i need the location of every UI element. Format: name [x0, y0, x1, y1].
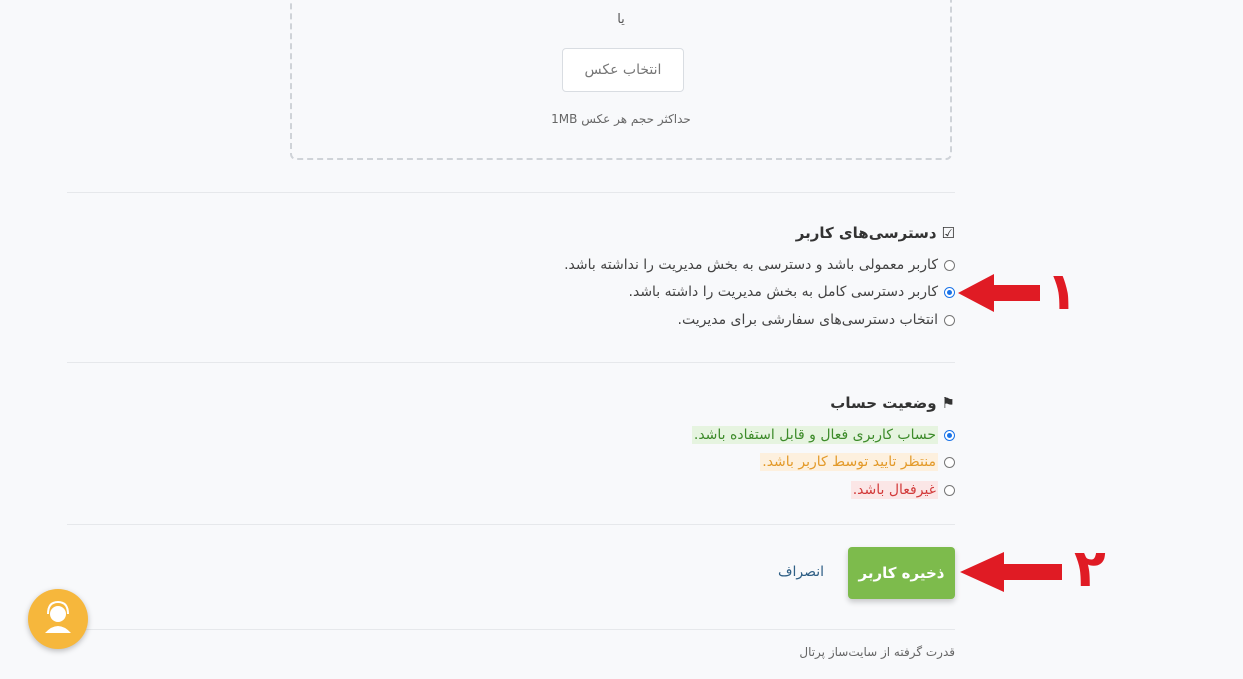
support-chat-button[interactable] — [28, 589, 88, 649]
radio-button-checked[interactable] — [944, 429, 955, 441]
radio-button[interactable] — [944, 456, 955, 468]
annotation-number-one: ۱ — [1046, 262, 1078, 322]
flag-icon: ⚑ — [941, 394, 955, 412]
radio-button[interactable] — [944, 484, 955, 496]
divider — [67, 362, 955, 363]
status-option-pending[interactable]: منتظر تایید توسط کاربر باشد. — [760, 453, 955, 471]
divider — [67, 192, 955, 193]
permission-option-full[interactable]: کاربر دسترسی کامل به بخش مدیریت را داشته… — [629, 284, 955, 300]
divider — [67, 629, 955, 630]
select-image-button[interactable]: انتخاب عکس — [562, 48, 684, 92]
save-user-button[interactable]: ذخیره کاربر — [848, 547, 955, 599]
divider — [67, 524, 955, 525]
annotation-arrow-icon — [960, 552, 1062, 592]
radio-button-checked[interactable] — [944, 286, 955, 298]
account-status-title: ⚑ وضعیت حساب — [830, 394, 955, 412]
annotation-number-two: ۲ — [1074, 539, 1106, 599]
powered-by-footer: قدرت گرفته از سایت‌ساز پرتال — [799, 645, 955, 659]
cancel-link[interactable]: انصراف — [778, 564, 824, 580]
annotation-arrow-icon — [958, 274, 1040, 312]
permissions-title: ☑ دسترسی‌های کاربر — [795, 224, 955, 242]
radio-button[interactable] — [944, 259, 955, 271]
radio-button[interactable] — [944, 314, 955, 326]
image-upload-dropzone[interactable]: یا انتخاب عکس حداکثر حجم هر عکس 1MB — [290, 0, 952, 160]
permission-option-regular[interactable]: کاربر معمولی باشد و دسترسی به بخش مدیریت… — [564, 257, 955, 273]
status-option-inactive[interactable]: غیرفعال باشد. — [850, 481, 955, 499]
upload-or-text: یا — [617, 12, 625, 27]
status-option-active[interactable]: حساب کاربری فعال و قابل استفاده باشد. — [691, 426, 955, 444]
checkbox-checked-icon: ☑ — [941, 224, 955, 242]
upload-size-note: حداکثر حجم هر عکس 1MB — [551, 112, 691, 126]
permission-option-custom[interactable]: انتخاب دسترسی‌های سفارشی برای مدیریت. — [678, 312, 955, 328]
support-agent-icon — [45, 600, 71, 633]
